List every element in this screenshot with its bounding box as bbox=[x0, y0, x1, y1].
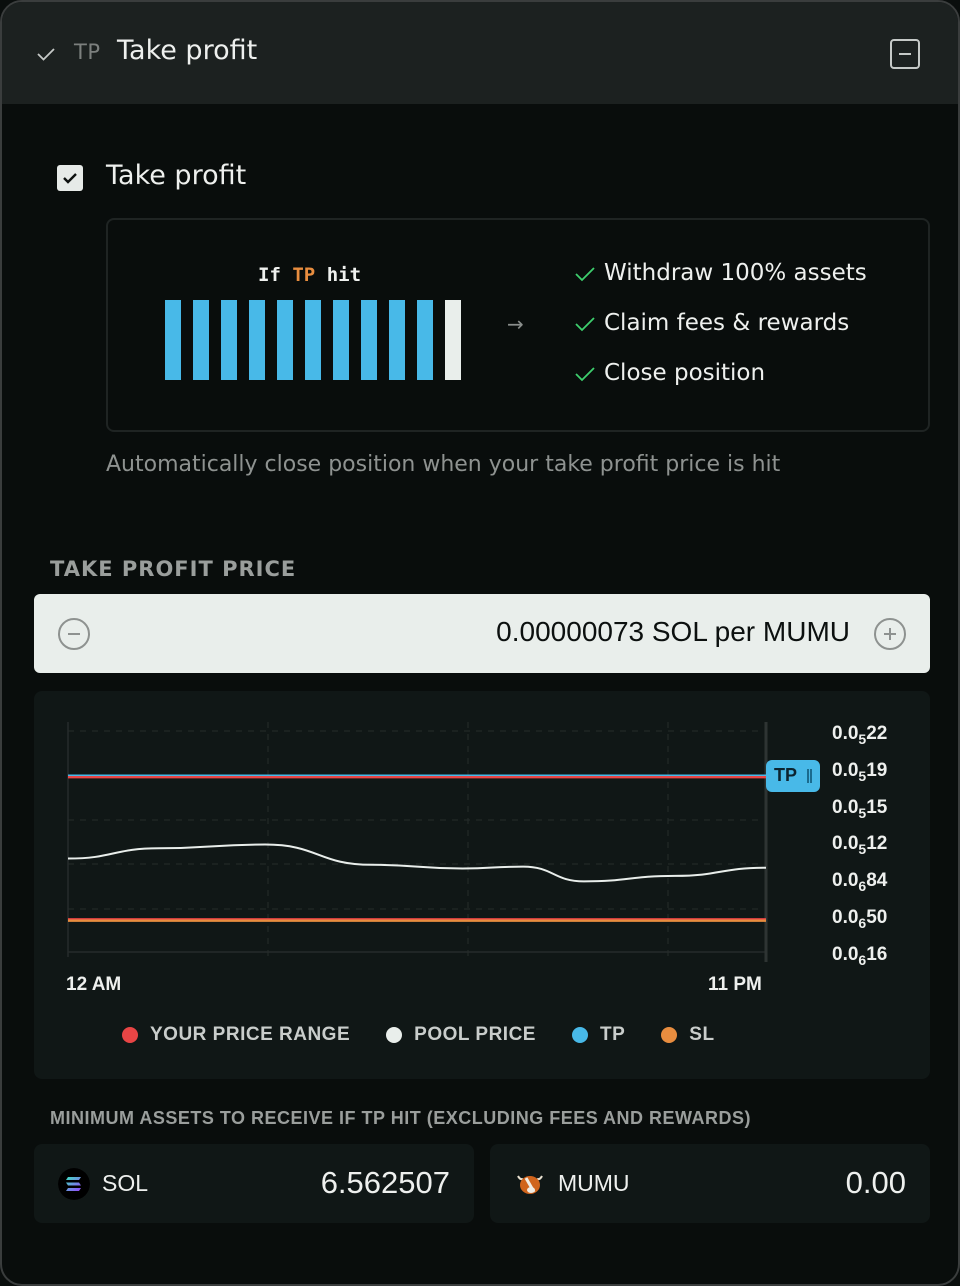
mumu-bull-logo-icon bbox=[517, 1175, 543, 1194]
legend-item: POOL PRICE bbox=[386, 1024, 536, 1046]
asset-symbol: MUMU bbox=[558, 1170, 630, 1196]
legend-dot bbox=[386, 1027, 403, 1043]
legend-item: YOUR PRICE RANGE bbox=[122, 1024, 350, 1046]
solana-logo-icon bbox=[58, 1168, 90, 1200]
asset-amount: 0.00 bbox=[845, 1165, 906, 1200]
tp-handle-label: TP bbox=[774, 765, 798, 785]
tp-drag-handle[interactable]: TP bbox=[766, 760, 820, 792]
legend-dot bbox=[571, 1027, 588, 1043]
legend-item: TP bbox=[571, 1024, 626, 1046]
x-tick-label: 11 PM bbox=[708, 974, 762, 995]
y-tick-label: 0.0512 bbox=[832, 833, 888, 858]
price-chart bbox=[67, 722, 768, 962]
y-tick-label: 0.0616 bbox=[832, 943, 888, 968]
legend-label: TP bbox=[599, 1024, 626, 1045]
y-tick-label: 0.0684 bbox=[832, 870, 888, 895]
legend-dot bbox=[661, 1027, 678, 1043]
min-assets-label: MINIMUM ASSETS TO RECEIVE IF TP HIT (EXC… bbox=[50, 1108, 752, 1128]
legend-label: POOL PRICE bbox=[414, 1024, 536, 1045]
legend-item: SL bbox=[661, 1024, 714, 1046]
x-tick-label: 12 AM bbox=[66, 974, 122, 995]
legend-dot bbox=[122, 1027, 138, 1043]
asset-symbol: SOL bbox=[102, 1170, 149, 1196]
pool-price-line bbox=[67, 843, 767, 883]
legend-label: YOUR PRICE RANGE bbox=[150, 1024, 351, 1045]
y-tick-label: 0.0650 bbox=[832, 907, 888, 931]
grip-icon bbox=[807, 769, 812, 783]
y-tick-label: 0.0522 bbox=[832, 723, 888, 747]
asset-card-sol: SOL 6.562507 bbox=[34, 1144, 474, 1223]
chart-legend: YOUR PRICE RANGE POOL PRICE TP SL bbox=[122, 1024, 751, 1046]
y-tick-label: 0.0519 bbox=[832, 759, 888, 784]
asset-amount: 6.562507 bbox=[320, 1165, 450, 1200]
asset-card-mumu: MUMU 0.00 bbox=[490, 1144, 930, 1223]
y-tick-label: 0.0515 bbox=[832, 796, 888, 821]
legend-label: SL bbox=[689, 1024, 715, 1045]
take-profit-panel: TP Take profit Take profit If TP hit → W… bbox=[0, 0, 960, 1286]
